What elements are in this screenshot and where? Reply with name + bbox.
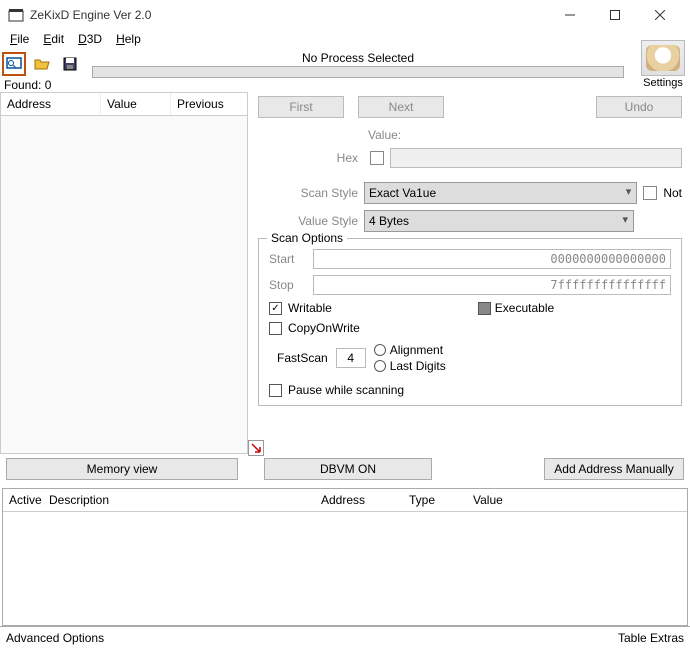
writable-checkbox[interactable] xyxy=(269,302,282,315)
col-address[interactable]: Address xyxy=(1,93,101,115)
value-style-select[interactable]: 4 Bytes xyxy=(364,210,634,232)
menu-bar: File Edit D3D Help xyxy=(0,30,690,50)
scan-style-select[interactable]: Exact Va1ue xyxy=(364,182,637,204)
th-value[interactable]: Value xyxy=(467,489,687,511)
first-scan-button[interactable]: First xyxy=(258,96,344,118)
copyonwrite-label: CopyOnWrite xyxy=(288,321,360,335)
executable-label: Executable xyxy=(495,301,554,315)
value-label: Value: xyxy=(368,128,401,142)
lastdigits-radio[interactable] xyxy=(374,360,386,372)
fastscan-input[interactable] xyxy=(336,348,366,368)
undo-scan-button[interactable]: Undo xyxy=(596,96,682,118)
dbvm-button[interactable]: DBVM ON xyxy=(264,458,432,480)
stop-input[interactable] xyxy=(313,275,671,295)
th-active[interactable]: Active xyxy=(3,489,43,511)
open-process-icon[interactable] xyxy=(2,52,26,76)
toolbar: No Process Selected Settings xyxy=(0,50,690,78)
title-bar: ZeKixD Engine Ver 2.0 xyxy=(0,0,690,30)
executable-checkbox[interactable] xyxy=(478,302,491,315)
scan-options-group: Scan Options Start Stop Writable Executa… xyxy=(258,238,682,406)
col-previous[interactable]: Previous xyxy=(171,93,247,115)
alignment-radio[interactable] xyxy=(374,344,386,356)
pause-label: Pause while scanning xyxy=(288,383,404,397)
lastdigits-label: Last Digits xyxy=(390,359,446,373)
results-pane: Address Value Previous xyxy=(0,92,248,454)
app-icon xyxy=(8,7,24,23)
writable-label: Writable xyxy=(288,301,332,315)
th-address[interactable]: Address xyxy=(315,489,403,511)
minimize-button[interactable] xyxy=(547,0,592,30)
menu-file[interactable]: File xyxy=(4,30,35,50)
process-label: No Process Selected xyxy=(302,51,414,65)
open-file-icon[interactable] xyxy=(30,52,54,76)
value-style-label: Value Style xyxy=(258,214,358,228)
save-icon[interactable] xyxy=(58,52,82,76)
progress-bar xyxy=(92,66,624,78)
alignment-label: Alignment xyxy=(390,343,443,357)
fastscan-label: FastScan xyxy=(277,351,328,365)
advanced-options-link[interactable]: Advanced Options xyxy=(6,631,104,645)
scan-options-label: Scan Options xyxy=(267,231,347,245)
th-type[interactable]: Type xyxy=(403,489,467,511)
copyonwrite-checkbox[interactable] xyxy=(269,322,282,335)
hex-checkbox[interactable] xyxy=(370,151,384,165)
settings-thumbnail[interactable] xyxy=(641,40,685,76)
th-description[interactable]: Description xyxy=(43,489,315,511)
col-value[interactable]: Value xyxy=(101,93,171,115)
results-header: Address Value Previous xyxy=(0,92,248,116)
close-button[interactable] xyxy=(637,0,682,30)
maximize-button[interactable] xyxy=(592,0,637,30)
menu-d3d[interactable]: D3D xyxy=(72,30,108,50)
hex-label: Hex xyxy=(258,151,358,165)
menu-help[interactable]: Help xyxy=(110,30,147,50)
settings-label[interactable]: Settings xyxy=(643,77,683,89)
menu-edit[interactable]: Edit xyxy=(37,30,70,50)
scan-pane: First Next Undo Value: Hex Scan Style Ex… xyxy=(248,92,690,454)
memory-view-button[interactable]: Memory view xyxy=(6,458,238,480)
start-label: Start xyxy=(269,252,311,266)
stop-label: Stop xyxy=(269,278,311,292)
found-count: Found: 0 xyxy=(0,78,690,92)
address-table: Active Description Address Type Value xyxy=(2,488,688,626)
expand-arrow-icon[interactable] xyxy=(248,440,264,456)
next-scan-button[interactable]: Next xyxy=(358,96,444,118)
results-body[interactable] xyxy=(0,116,248,454)
window-title: ZeKixD Engine Ver 2.0 xyxy=(30,8,151,22)
pause-checkbox[interactable] xyxy=(269,384,282,397)
address-table-body[interactable] xyxy=(3,512,687,625)
start-input[interactable] xyxy=(313,249,671,269)
not-label: Not xyxy=(663,186,682,200)
table-extras-link[interactable]: Table Extras xyxy=(618,631,684,645)
scan-style-label: Scan Style xyxy=(258,186,358,200)
not-checkbox[interactable] xyxy=(643,186,657,200)
add-address-button[interactable]: Add Address Manually xyxy=(544,458,684,480)
value-input[interactable] xyxy=(390,148,682,168)
